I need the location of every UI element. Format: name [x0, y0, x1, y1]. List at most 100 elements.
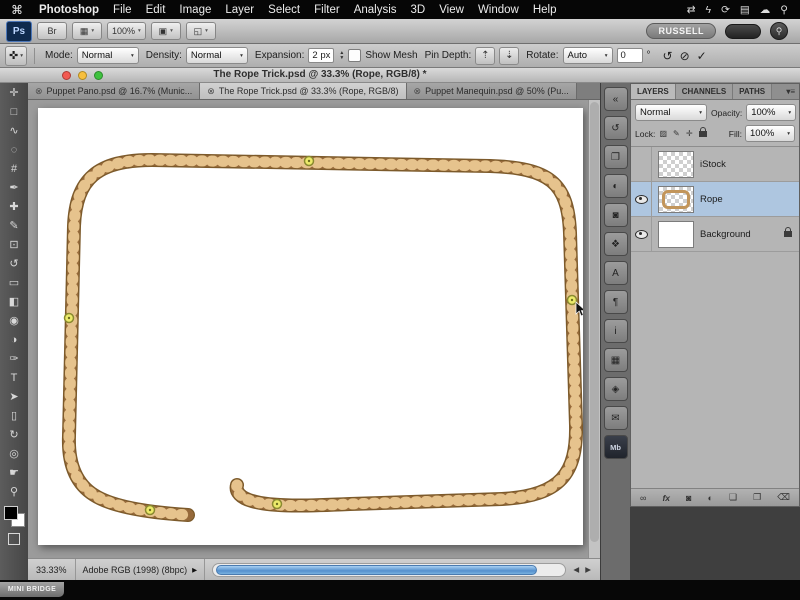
- close-window-button[interactable]: [62, 71, 71, 80]
- 3d-camera-tool[interactable]: ◎: [0, 444, 28, 463]
- visibility-toggle[interactable]: [631, 217, 652, 251]
- layer-thumbnail[interactable]: [658, 186, 694, 213]
- marquee-tool[interactable]: □: [0, 102, 28, 121]
- horizontal-scrollbar[interactable]: [212, 563, 566, 577]
- screen-mode-button[interactable]: ◱▾: [186, 22, 216, 40]
- cloud-icon[interactable]: ☁: [760, 4, 771, 16]
- pen-tool[interactable]: ✑: [0, 349, 28, 368]
- masks-panel-icon[interactable]: ◙: [604, 203, 628, 227]
- type-tool[interactable]: T: [0, 368, 28, 387]
- expand-dock-button[interactable]: «: [604, 87, 628, 111]
- navigator-panel-icon[interactable]: ◈: [604, 377, 628, 401]
- view-extras-button[interactable]: ▦▾: [72, 22, 102, 40]
- spotlight-icon[interactable]: ⚲: [780, 4, 788, 16]
- pin-backward-button[interactable]: ⇣: [499, 47, 519, 65]
- canvas-area[interactable]: [28, 100, 600, 558]
- dodge-tool[interactable]: ◑: [0, 330, 28, 349]
- tab-paths[interactable]: PATHS: [733, 84, 772, 99]
- commit-warp-icon[interactable]: ✓: [697, 49, 707, 63]
- menu-analysis[interactable]: Analysis: [347, 4, 404, 16]
- arrange-documents-button[interactable]: ▣▾: [151, 22, 181, 40]
- path-selection-tool[interactable]: ➤: [0, 387, 28, 406]
- launch-bridge-button[interactable]: Br: [37, 22, 67, 40]
- clone-source-panel-icon[interactable]: ❐: [604, 145, 628, 169]
- eyedropper-tool[interactable]: ✒: [0, 178, 28, 197]
- tab-channels[interactable]: CHANNELS: [676, 84, 733, 99]
- search-button[interactable]: ⚲: [770, 22, 788, 40]
- cs-live-button[interactable]: [725, 24, 761, 39]
- history-panel-icon[interactable]: ↺: [604, 116, 628, 140]
- quick-selection-tool[interactable]: ◌: [0, 140, 28, 159]
- menu-image[interactable]: Image: [172, 4, 218, 16]
- density-dropdown[interactable]: Normal▾: [186, 47, 248, 64]
- document-profile[interactable]: Adobe RGB (1998) (8bpc) ▶: [76, 559, 206, 580]
- menu-layer[interactable]: Layer: [218, 4, 261, 16]
- rectangle-tool[interactable]: ▯: [0, 406, 28, 425]
- puppet-pin-left[interactable]: [65, 314, 74, 323]
- zoom-window-button[interactable]: [94, 71, 103, 80]
- adjustment-layer-icon[interactable]: ◐: [708, 493, 713, 503]
- layer-effects-icon[interactable]: fx: [662, 493, 670, 503]
- display-icon[interactable]: ▤: [740, 4, 750, 16]
- fill-dropdown[interactable]: 100%▾: [745, 125, 795, 142]
- foreground-color-swatch[interactable]: [4, 506, 18, 520]
- vertical-scrollbar[interactable]: [588, 100, 600, 558]
- info-panel-icon[interactable]: i: [604, 319, 628, 343]
- tab-layers[interactable]: LAYERS: [631, 84, 676, 99]
- spot-healing-tool[interactable]: ✚: [0, 197, 28, 216]
- horizontal-scrollbar-thumb[interactable]: [216, 565, 537, 575]
- menu-window[interactable]: Window: [471, 4, 526, 16]
- workspace-button[interactable]: RUSSELL: [646, 23, 716, 39]
- rotate-dropdown[interactable]: Auto▾: [563, 47, 613, 64]
- blur-tool[interactable]: ◉: [0, 311, 28, 330]
- adjustments-panel-icon[interactable]: ◐: [604, 174, 628, 198]
- menu-file[interactable]: File: [106, 4, 139, 16]
- gradient-tool[interactable]: ◧: [0, 292, 28, 311]
- visibility-toggle[interactable]: [631, 147, 652, 181]
- zoom-percentage[interactable]: 33.33%: [28, 559, 76, 580]
- profile-flyout-icon[interactable]: ▶: [192, 566, 197, 574]
- document-canvas[interactable]: [38, 108, 583, 545]
- menu-filter[interactable]: Filter: [307, 4, 347, 16]
- new-group-icon[interactable]: ❏: [729, 492, 737, 503]
- puppet-pin-right[interactable]: [568, 296, 577, 305]
- lasso-tool[interactable]: ∿: [0, 121, 28, 140]
- menu-photoshop[interactable]: Photoshop: [32, 4, 106, 16]
- document-tab-rope-trick[interactable]: ⊗ The Rope Trick.psd @ 33.3% (Rope, RGB/…: [200, 83, 406, 99]
- history-brush-tool[interactable]: ↺: [0, 254, 28, 273]
- menu-3d[interactable]: 3D: [404, 4, 433, 16]
- paragraph-panel-icon[interactable]: ¶: [604, 290, 628, 314]
- visibility-toggle[interactable]: [631, 182, 652, 216]
- mini-bridge-panel-icon[interactable]: Mb: [604, 435, 628, 459]
- close-tab-icon[interactable]: ⊗: [207, 86, 215, 97]
- lock-all-icon[interactable]: [699, 131, 707, 137]
- notes-panel-icon[interactable]: ✉: [604, 406, 628, 430]
- puppet-pin-top[interactable]: [305, 157, 314, 166]
- layer-row-rope[interactable]: Rope: [631, 182, 799, 217]
- panel-menu-icon[interactable]: ▾≡: [786, 84, 799, 99]
- minimize-window-button[interactable]: [78, 71, 87, 80]
- histogram-panel-icon[interactable]: ▦: [604, 348, 628, 372]
- vertical-scrollbar-thumb[interactable]: [590, 102, 599, 542]
- lock-pixels-icon[interactable]: ✎: [671, 129, 681, 138]
- layer-row-istock[interactable]: iStock: [631, 147, 799, 182]
- new-layer-icon[interactable]: ❐: [753, 492, 761, 503]
- bolt-icon[interactable]: ϟ: [706, 4, 712, 16]
- zoom-tool[interactable]: ⚲: [0, 482, 28, 501]
- pin-forward-button[interactable]: ⇡: [475, 47, 495, 65]
- zoom-level-dropdown[interactable]: 100%▾: [107, 22, 146, 40]
- expansion-input[interactable]: 2 px: [308, 48, 334, 63]
- delete-layer-icon[interactable]: ⌫: [777, 492, 790, 503]
- mini-bridge-tab[interactable]: MINI BRIDGE: [0, 582, 64, 597]
- brush-tool[interactable]: ✎: [0, 216, 28, 235]
- close-tab-icon[interactable]: ⊗: [35, 86, 43, 97]
- refresh-icon[interactable]: ⟳: [721, 4, 730, 16]
- rotate-degrees-input[interactable]: 0: [617, 48, 643, 63]
- menu-edit[interactable]: Edit: [139, 4, 173, 16]
- document-tab-puppet-pano[interactable]: ⊗ Puppet Pano.psd @ 16.7% (Munic...: [28, 83, 200, 99]
- apple-menu-icon[interactable]: ⌘: [0, 3, 32, 17]
- eraser-tool[interactable]: ▭: [0, 273, 28, 292]
- puppet-pin-bottom-left[interactable]: [146, 506, 155, 515]
- opacity-dropdown[interactable]: 100%▾: [746, 104, 796, 121]
- lock-transparency-icon[interactable]: ▨: [658, 129, 668, 138]
